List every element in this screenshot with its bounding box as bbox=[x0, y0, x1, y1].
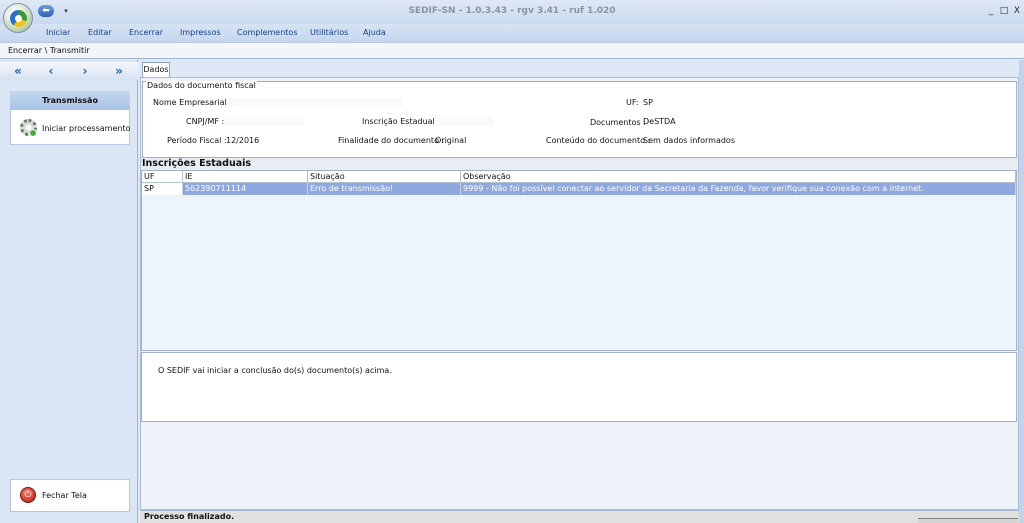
menu-ajuda[interactable]: Ajuda bbox=[363, 28, 386, 37]
column-header-observacao[interactable]: Observação bbox=[461, 171, 1016, 183]
state-registration-value bbox=[436, 117, 494, 126]
table-cell-situacao: Erro de transmissão! bbox=[308, 183, 461, 195]
company-name-value bbox=[228, 98, 402, 107]
nav-previous-button[interactable]: ‹ bbox=[42, 62, 60, 80]
cnpj-label: CNPJ/MF : bbox=[186, 117, 225, 126]
table-cell-uf: SP bbox=[142, 183, 183, 195]
power-icon: ⏻ bbox=[20, 487, 36, 503]
menu-iniciar[interactable]: Iniciar bbox=[46, 28, 70, 37]
cnpj-value bbox=[224, 117, 304, 126]
task-panel-title: Transmissão bbox=[10, 91, 130, 110]
menu-impressos[interactable]: Impressos bbox=[180, 28, 221, 37]
nav-next-button[interactable]: › bbox=[76, 62, 94, 80]
menu-utilitarios[interactable]: Utilitários bbox=[310, 28, 348, 37]
state-registration-label: Inscrição Estadual : bbox=[362, 117, 441, 126]
message-text: O SEDIF vai iniciar a conclusão do(s) do… bbox=[158, 366, 392, 375]
nav-last-button[interactable]: » bbox=[110, 62, 128, 80]
document-legend: Dados do documento fiscal bbox=[146, 81, 257, 90]
documents-label: Documentos : bbox=[590, 118, 646, 127]
right-edge bbox=[1019, 60, 1024, 523]
fiscal-period-label: Período Fiscal : bbox=[167, 136, 227, 145]
app-logo-icon[interactable] bbox=[3, 3, 33, 33]
menu-encerrar[interactable]: Encerrar bbox=[129, 28, 163, 37]
documents-value: DeSTDA bbox=[643, 117, 676, 126]
content-label: Conteúdo do documento : bbox=[546, 136, 651, 145]
state-registrations-title: Inscrições Estaduais bbox=[141, 158, 1017, 170]
breadcrumb: Encerrar \ Transmitir bbox=[8, 46, 90, 55]
close-screen-label[interactable]: Fechar Tela bbox=[42, 491, 87, 500]
maximize-button[interactable]: □ bbox=[998, 5, 1010, 17]
tab-dados[interactable]: Dados bbox=[142, 62, 170, 77]
message-box bbox=[141, 352, 1017, 422]
nav-first-button[interactable]: « bbox=[9, 62, 27, 80]
uf-label: UF: bbox=[626, 98, 639, 107]
column-header-uf[interactable]: UF bbox=[142, 171, 183, 183]
column-header-ie[interactable]: IE bbox=[183, 171, 308, 183]
content-value: Sem dados informados bbox=[643, 136, 735, 145]
uf-value: SP bbox=[643, 98, 653, 107]
menu-complementos[interactable]: Complementos bbox=[237, 28, 297, 37]
close-window-button[interactable]: X bbox=[1011, 5, 1023, 17]
breadcrumb-bar bbox=[0, 42, 1024, 59]
menu-editar[interactable]: Editar bbox=[88, 28, 112, 37]
table-cell-ie: 562390711114 bbox=[183, 183, 308, 195]
status-bar bbox=[140, 510, 1019, 523]
gear-icon bbox=[20, 119, 37, 137]
start-processing-label[interactable]: Iniciar processamento bbox=[42, 124, 130, 133]
purpose-label: Finalidade do documento : bbox=[338, 136, 445, 145]
table-cell-observacao: 9999 - Não foi possível conectar ao serv… bbox=[461, 183, 1016, 195]
company-name-label: Nome Empresarial : bbox=[153, 98, 233, 107]
state-registrations-table bbox=[141, 170, 1017, 351]
purpose-value: Original bbox=[435, 136, 467, 145]
minimize-button[interactable]: _ bbox=[985, 5, 997, 17]
status-progress bbox=[918, 518, 1018, 523]
window-title: SEDIF-SN - 1.0.3.43 - rgv 3.41 - ruf 1.0… bbox=[408, 6, 616, 16]
fiscal-period-value: 12/2016 bbox=[226, 136, 260, 145]
status-text: Processo finalizado. bbox=[144, 512, 235, 521]
column-header-situacao[interactable]: Situação bbox=[308, 171, 461, 183]
